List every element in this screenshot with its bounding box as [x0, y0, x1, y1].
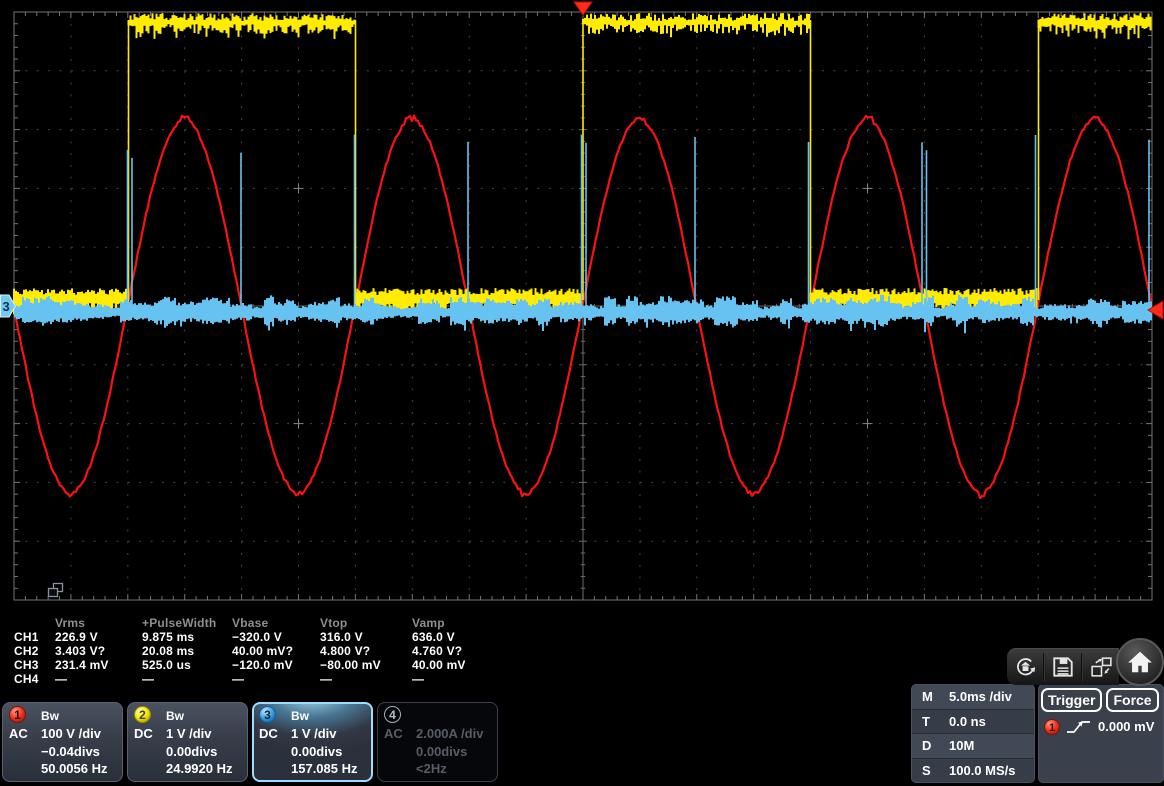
force-trigger-button[interactable]: Force — [1106, 688, 1159, 712]
quick-action-toolbar — [1007, 648, 1119, 685]
trigger-source-badge: 1 — [1044, 718, 1060, 735]
measurement-cell: 636.0 V — [412, 630, 455, 644]
channel3-marker-label: 3 — [3, 299, 10, 314]
measurement-corner — [14, 616, 55, 630]
measurement-header-vamp: Vamp — [412, 616, 445, 630]
measurement-header-vtop: Vtop — [320, 616, 348, 630]
measurement-header-vbase: Vbase — [232, 616, 269, 630]
measurement-cell: 316.0 V — [320, 630, 363, 644]
measurement-cell: −320.0 V — [232, 630, 282, 644]
channel4-coupling: AC — [384, 726, 403, 741]
channel4-badge: 4 — [384, 706, 401, 723]
save-icon — [1053, 657, 1073, 677]
trigger-menu-button[interactable]: Trigger — [1041, 688, 1103, 712]
bandwidth-limit-label: Bw — [166, 709, 184, 723]
channel1-badge: 1 — [9, 706, 26, 723]
measurement-cell: — — [412, 672, 425, 686]
timebase-panel: M 5.0ms /div T 0.0 ns D 10M S 100.0 MS/s — [911, 684, 1035, 783]
home-icon — [1128, 651, 1152, 673]
timebase-row-delay[interactable]: T 0.0 ns — [912, 709, 1034, 734]
channel3-offset: 0.00divs — [291, 744, 343, 759]
measurement-cell: — — [55, 672, 68, 686]
timebase-row-samplerate[interactable]: S 100.0 MS/s — [912, 758, 1034, 782]
bandwidth-limit-label: Bw — [291, 709, 309, 723]
scope-display[interactable]: 3 — [0, 0, 1164, 612]
channel2-scale: 1 V /div — [166, 726, 212, 741]
measurement-cell: 525.0 us — [142, 658, 191, 672]
measurement-cell: — — [320, 672, 333, 686]
channel1-coupling: AC — [9, 726, 28, 741]
timebase-row-depth[interactable]: D 10M — [912, 734, 1034, 759]
rising-edge-icon — [1067, 721, 1090, 733]
channel2-frequency: 24.9920 Hz — [166, 761, 233, 776]
channel2-offset: 0.00divs — [166, 744, 218, 759]
overlapping-windows-icon[interactable] — [47, 582, 64, 598]
trigger-panel: Trigger Force 1 0.000 mV — [1038, 684, 1164, 783]
window-arrange-icon — [1090, 657, 1112, 677]
timebase-delay-value: 0.0 ns — [949, 713, 986, 729]
channel3-box[interactable]: 3 Bw DC 1 V /div 0.00divs 157.085 Hz — [252, 702, 373, 782]
measurement-cell: 3.403 V? — [55, 644, 106, 658]
oscilloscope-screen: 3 Vrms +PulseWidth Vbase Vtop Vamp CH1 2… — [0, 0, 1164, 786]
measurement-cell: — — [142, 672, 155, 686]
measurement-cell: — — [232, 672, 245, 686]
channel-status-bar: 1 Bw AC 100 V /div −0.04divs 50.0056 Hz … — [2, 702, 498, 782]
channel4-scale: 2.000A /div — [416, 726, 484, 741]
channel3-badge: 3 — [259, 706, 276, 723]
channel4-frequency: <2Hz — [416, 761, 447, 776]
measurement-table: Vrms +PulseWidth Vbase Vtop Vamp CH1 226… — [14, 616, 522, 686]
measurement-cell: 231.4 mV — [55, 658, 109, 672]
window-arrange-button[interactable] — [1083, 649, 1119, 685]
channel1-box[interactable]: 1 Bw AC 100 V /div −0.04divs 50.0056 Hz — [2, 702, 123, 782]
measurement-row-label: CH1 — [14, 630, 39, 644]
measurement-header-pulsewidth: +PulseWidth — [142, 616, 217, 630]
measurement-cell: 40.00 mV — [412, 658, 466, 672]
timebase-key: T — [922, 713, 930, 729]
home-button[interactable] — [1116, 638, 1164, 686]
trigger-level-value: 0.000 mV — [1098, 719, 1155, 734]
autoscale-button[interactable] — [1007, 649, 1043, 685]
timebase-key: D — [922, 738, 932, 754]
measurement-row-label: CH4 — [14, 672, 39, 686]
save-button[interactable] — [1045, 649, 1081, 685]
measurement-cell: 4.760 V? — [412, 644, 463, 658]
measurement-cell: −80.00 mV — [320, 658, 381, 672]
channel4-offset: 0.00divs — [416, 744, 468, 759]
channel2-box[interactable]: 2 Bw DC 1 V /div 0.00divs 24.9920 Hz — [127, 702, 248, 782]
timebase-row-main[interactable]: M 5.0ms /div — [912, 685, 1034, 710]
measurement-cell: 40.00 mV? — [232, 644, 294, 658]
channel3-coupling: DC — [259, 726, 278, 741]
bandwidth-limit-label: Bw — [41, 709, 59, 723]
channel1-scale: 100 V /div — [41, 726, 101, 741]
channel1-offset: −0.04divs — [41, 744, 100, 759]
timebase-key: M — [922, 689, 933, 705]
measurement-cell: 9.875 ms — [142, 630, 195, 644]
sample-rate-value: 100.0 MS/s — [949, 762, 1016, 778]
timebase-scale-value: 5.0ms /div — [949, 689, 1012, 705]
measurement-header-vrms: Vrms — [55, 616, 86, 630]
channel1-frequency: 50.0056 Hz — [41, 761, 108, 776]
channel2-coupling: DC — [134, 726, 153, 741]
measurement-row-label: CH3 — [14, 658, 39, 672]
memory-depth-value: 10M — [949, 738, 975, 754]
channel4-box[interactable]: 4 AC 2.000A /div 0.00divs <2Hz — [377, 702, 498, 782]
bandwidth-limit-label — [416, 706, 493, 726]
measurement-cell: 4.800 V? — [320, 644, 371, 658]
channel3-scale: 1 V /div — [291, 726, 337, 741]
channel2-badge: 2 — [134, 706, 151, 723]
measurement-row-label: CH2 — [14, 644, 39, 658]
measurement-cell: 20.08 ms — [142, 644, 195, 658]
timebase-key: S — [922, 762, 931, 778]
measurement-cell: 226.9 V — [55, 630, 98, 644]
measurement-cell: −120.0 mV — [232, 658, 293, 672]
trigger-position-marker[interactable] — [573, 1, 593, 16]
channel3-frequency: 157.085 Hz — [291, 761, 358, 776]
autoscale-icon — [1016, 657, 1035, 675]
